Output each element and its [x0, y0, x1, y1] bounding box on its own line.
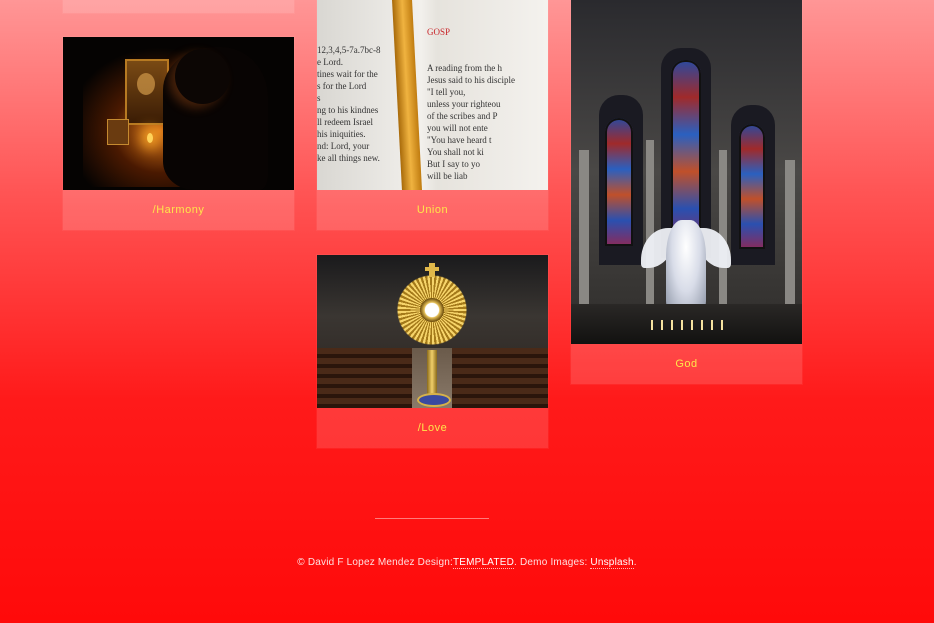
copyright-text: © David F Lopez Mendez	[297, 557, 415, 568]
harmony-image[interactable]	[63, 37, 294, 190]
monstrance-base	[417, 393, 451, 407]
column-left	[579, 150, 589, 310]
gallery-card-harmony[interactable]: /Harmony	[63, 37, 294, 230]
stained-glass-left	[605, 118, 633, 246]
gallery-card-god[interactable]: God	[571, 0, 802, 384]
unsplash-link[interactable]: Unsplash	[590, 557, 634, 569]
love-caption[interactable]: /Love	[317, 408, 548, 448]
union-image[interactable]: 12,3,4,5-7a.7bc-8 e Lord. tines wait for t…	[317, 0, 548, 190]
union-caption[interactable]: Union	[317, 190, 548, 230]
cross-icon	[425, 263, 439, 277]
templated-link[interactable]: TEMPLATED	[452, 557, 515, 569]
footer-divider	[375, 518, 489, 519]
book-left-page: 12,3,4,5-7a.7bc-8 e Lord. tines wait for t…	[317, 45, 381, 163]
person-head	[175, 49, 230, 104]
stained-glass-center	[671, 60, 701, 246]
book-right-page: GOSP A reading from the h Jesus said to h…	[427, 27, 515, 181]
stained-glass-right	[739, 124, 765, 249]
altar-candles	[651, 320, 731, 330]
column-right	[785, 160, 795, 310]
god-caption[interactable]: God	[571, 344, 802, 384]
gallery-card-love[interactable]: /Love	[317, 255, 548, 448]
love-image[interactable]	[317, 255, 548, 408]
gallery-card-partial	[63, 0, 294, 13]
book-ribbon	[391, 0, 423, 190]
design-label: Design:	[417, 557, 453, 568]
column-mid-right	[719, 150, 727, 310]
gallery-card-union[interactable]: 12,3,4,5-7a.7bc-8 e Lord. tines wait for t…	[317, 0, 548, 230]
small-icon-painting	[107, 119, 129, 145]
footer-end: .	[633, 557, 637, 568]
images-label: . Demo Images:	[514, 557, 588, 568]
footer-copyright: © David F Lopez Mendez Design:TEMPLATED.…	[0, 557, 934, 569]
monstrance-center	[420, 298, 444, 322]
angel-statue	[666, 220, 706, 310]
column-mid-left	[646, 140, 654, 310]
harmony-caption[interactable]: /Harmony	[63, 190, 294, 230]
god-image[interactable]	[571, 0, 802, 344]
candle-flame	[147, 133, 153, 143]
